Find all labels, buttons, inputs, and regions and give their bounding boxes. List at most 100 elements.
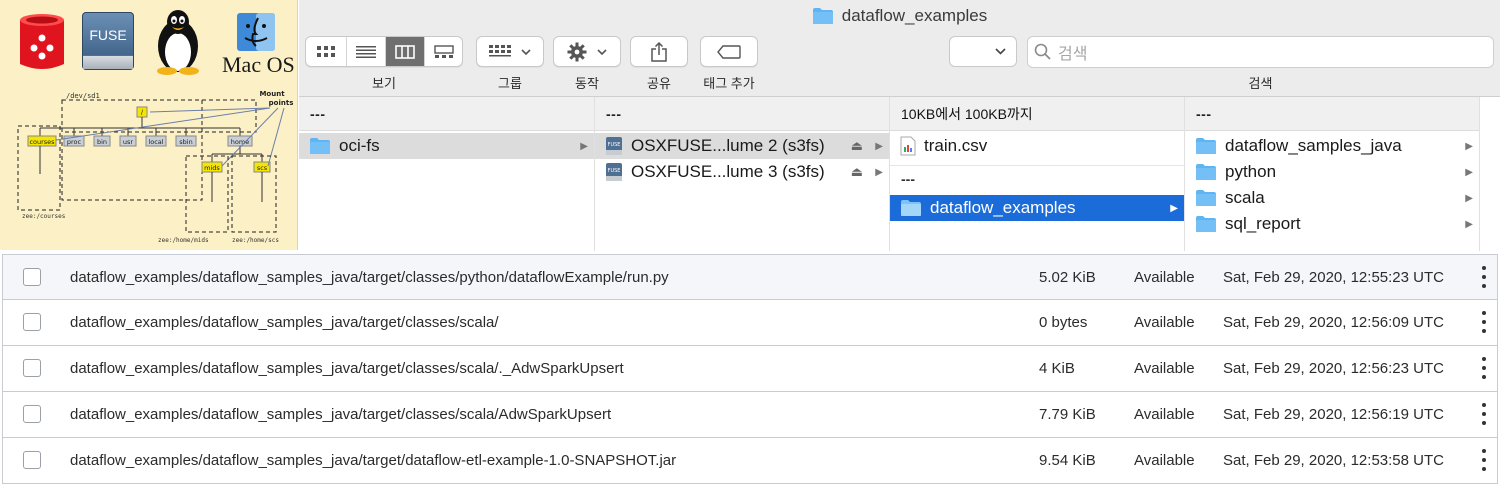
finder-window: dataflow_examples 보기 그룹 동작 공유 태그 추가 검색 검… [299, 0, 1500, 251]
object-size: 7.79 KiB [1039, 406, 1096, 423]
caption-courses: zee:/courses [22, 213, 66, 220]
item-label: sql_report [1225, 214, 1301, 233]
list-item-oci-fs[interactable]: oci-fs ▶ [299, 133, 594, 159]
list-item-dataflow-samples-java[interactable]: dataflow_samples_java ▶ [1185, 133, 1479, 159]
chevron-right-icon: ▶ [875, 166, 883, 178]
screenshot-root: FUSE Mac OS /dev/sd1 Mount points / cour… [0, 0, 1500, 487]
folder-icon [1196, 164, 1216, 180]
list-item-scala[interactable]: scala ▶ [1185, 185, 1479, 211]
list-item-osxfuse-volume-2[interactable]: FUSE OSXFUSE...lume 2 (s3fs) ⏏ ▶ [595, 133, 889, 159]
tag-icon [717, 44, 741, 59]
row-actions-menu-icon[interactable] [1479, 357, 1489, 379]
table-row: dataflow_examples/dataflow_samples_java/… [2, 254, 1498, 300]
search-label: 검색 [1248, 76, 1273, 91]
search-input[interactable]: 검색 [1027, 36, 1494, 68]
table-row: dataflow_examples/dataflow_samples_java/… [2, 300, 1498, 346]
chevron-right-icon: ▶ [1465, 192, 1473, 204]
item-label: train.csv [924, 136, 988, 155]
fuse-drive-logo: FUSE [82, 12, 134, 70]
macos-text: Mac OS [222, 52, 295, 77]
item-label: python [1225, 162, 1277, 181]
list-item-python[interactable]: python ▶ [1185, 159, 1479, 185]
search-icon [1034, 43, 1051, 60]
table-row: dataflow_examples/dataflow_samples_java/… [2, 392, 1498, 438]
tags-group: 태그 추가 [700, 36, 758, 92]
row-checkbox[interactable] [23, 268, 41, 286]
column-4: --- dataflow_samples_java ▶ python ▶ sca… [1185, 97, 1480, 251]
row-checkbox[interactable] [23, 405, 41, 423]
eject-icon[interactable]: ⏏ [851, 133, 863, 159]
item-label: dataflow_samples_java [1225, 136, 1402, 155]
object-size: 9.54 KiB [1039, 452, 1096, 469]
folder-icon [310, 138, 330, 154]
row-actions-menu-icon[interactable] [1479, 403, 1489, 425]
list-item-dataflow-examples[interactable]: dataflow_examples ▶ [890, 195, 1184, 221]
node-courses: courses [29, 138, 55, 146]
dev-label: /dev/sd1 [66, 92, 100, 100]
column-browser: --- oci-fs ▶ --- FUSE OSXFUSE...lume 2 (… [299, 96, 1500, 251]
item-label: OSXFUSE...lume 2 (s3fs) [631, 136, 825, 155]
folder-icon [1196, 216, 1216, 232]
object-size: 0 bytes [1039, 314, 1088, 331]
node-mids: mids [204, 164, 220, 172]
group-button[interactable] [476, 36, 544, 67]
row-actions-menu-icon[interactable] [1479, 449, 1489, 471]
caption-scs: zee:/home/scs [232, 237, 279, 244]
object-date: Sat, Feb 29, 2020, 12:56:23 UTC [1223, 360, 1444, 377]
row-checkbox[interactable] [23, 451, 41, 469]
eject-icon[interactable]: ⏏ [851, 159, 863, 185]
gallery-view-button[interactable] [424, 37, 462, 66]
caption-mids: zee:/home/mids [158, 237, 209, 244]
action-button[interactable] [553, 36, 621, 67]
object-name: dataflow_examples/dataflow_samples_java/… [70, 406, 612, 423]
object-status: Available [1134, 406, 1195, 423]
icon-view-icon [317, 45, 335, 57]
icon-view-button[interactable] [306, 37, 346, 66]
row-checkbox[interactable] [23, 359, 41, 377]
external-drive-icon: FUSE [606, 163, 622, 181]
share-icon [651, 41, 667, 62]
gear-icon [567, 42, 587, 61]
column-header: --- [299, 97, 594, 131]
node-sbin: sbin [179, 138, 192, 146]
node-scs: scs [257, 164, 268, 172]
search-scope-dropdown[interactable] [949, 36, 1017, 67]
row-actions-menu-icon[interactable] [1479, 266, 1489, 288]
object-name: dataflow_examples/dataflow_samples_java/… [70, 314, 499, 331]
object-date: Sat, Feb 29, 2020, 12:56:09 UTC [1223, 314, 1444, 331]
share-group: 공유 [630, 36, 688, 92]
add-tags-button[interactable] [700, 36, 758, 67]
column-1: --- oci-fs ▶ [299, 97, 595, 251]
view-group: 보기 [305, 36, 463, 92]
list-view-button[interactable] [346, 37, 385, 66]
root-node-label: / [141, 110, 143, 117]
window-title: dataflow_examples [841, 6, 988, 25]
toolbar: 보기 그룹 동작 공유 태그 추가 검색 검색 [299, 32, 1500, 96]
list-item-train-csv[interactable]: train.csv [890, 133, 1184, 159]
title-bar: dataflow_examples [299, 0, 1500, 32]
share-button[interactable] [630, 36, 688, 67]
tags-label: 태그 추가 [703, 76, 755, 91]
row-checkbox[interactable] [23, 313, 41, 331]
column-view-button[interactable] [385, 37, 424, 66]
folder-icon [1196, 190, 1216, 206]
mount-points-diagram: /dev/sd1 Mount points / courses proc bin… [17, 90, 293, 244]
column-2: --- FUSE OSXFUSE...lume 2 (s3fs) ⏏ ▶ FUS… [595, 97, 890, 251]
chevron-down-icon [597, 48, 607, 55]
node-local: local [148, 138, 163, 146]
view-switcher [305, 36, 463, 67]
node-home: home [231, 138, 249, 146]
table-row: dataflow_examples/dataflow_samples_java/… [2, 346, 1498, 392]
table-row: dataflow_examples/dataflow_samples_java/… [2, 438, 1498, 484]
chevron-right-icon: ▶ [1465, 140, 1473, 152]
list-item-sql-report[interactable]: sql_report ▶ [1185, 211, 1479, 237]
column-header: --- [1185, 97, 1479, 131]
group-label: 그룹 [498, 76, 522, 91]
folder-icon [1196, 138, 1216, 154]
object-date: Sat, Feb 29, 2020, 12:56:19 UTC [1223, 406, 1444, 423]
list-item-osxfuse-volume-3[interactable]: FUSE OSXFUSE...lume 3 (s3fs) ⏏ ▶ [595, 159, 889, 185]
action-label: 동작 [575, 76, 599, 91]
folder-icon [812, 8, 833, 24]
macos-finder-logo [237, 13, 275, 51]
row-actions-menu-icon[interactable] [1479, 311, 1489, 333]
